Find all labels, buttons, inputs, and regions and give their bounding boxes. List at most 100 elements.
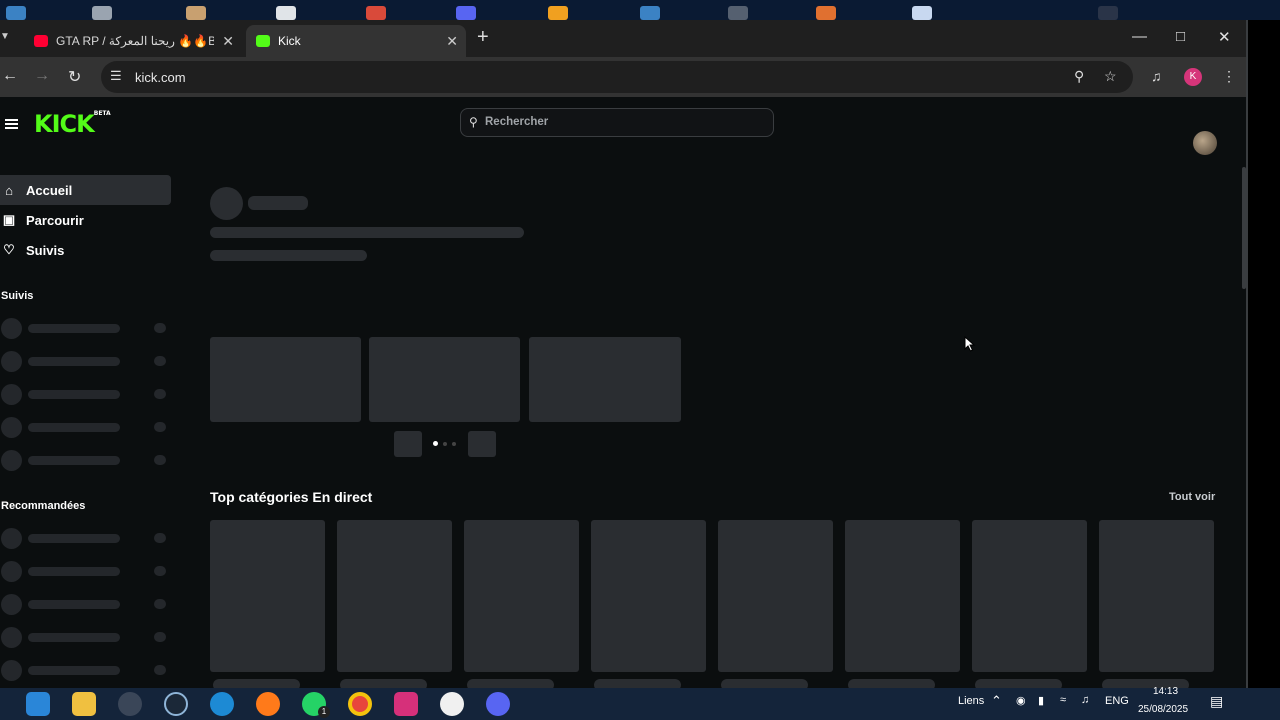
carousel-item-placeholder[interactable] [369,337,520,422]
desktop-shortcut-icon[interactable] [1098,6,1118,20]
address-bar[interactable]: ☰ kick.com ⚲ ☆ [101,61,1133,93]
new-tab-icon[interactable]: + [477,26,489,49]
category-card-placeholder[interactable] [591,520,706,672]
windows-start-icon[interactable] [26,692,50,716]
see-all-link[interactable]: Tout voir [1169,491,1215,503]
firefox-icon[interactable] [256,692,280,716]
whatsapp-icon[interactable]: 1 [302,692,330,718]
tab-youtube[interactable]: GTA RP / ريحنا المعركة 🔥🔥BOB ✕ [24,25,242,57]
wifi-icon[interactable]: ≈ [1060,694,1066,706]
tab-search-chevron-icon[interactable]: ▼ [0,31,14,45]
discord-icon[interactable] [486,692,510,716]
site-info-icon[interactable]: ☰ [110,68,122,84]
tab-bar: ▼ GTA RP / ريحنا المعركة 🔥🔥BOB ✕ Kick ✕ … [0,20,1246,57]
desktop-shortcut-icon[interactable] [548,6,568,20]
media-controls-icon[interactable]: ♫ [1151,68,1162,84]
file-explorer-icon[interactable] [72,692,96,716]
tab-title: Kick [278,34,301,48]
recommended-heading: Recommandées [1,500,86,512]
tab-kick[interactable]: Kick ✕ [246,25,466,57]
recommended-channel-placeholder [0,659,171,681]
followed-channel-placeholder [0,383,171,405]
maximize-icon[interactable]: □ [1176,28,1185,45]
category-card-placeholder[interactable] [464,520,579,672]
desktop-shortcut-icon[interactable] [816,6,836,20]
kick-logo[interactable]: KICKBETA [34,110,111,138]
carousel-dot[interactable] [452,442,456,446]
category-card-placeholder[interactable] [1099,520,1214,672]
carousel-dot-active[interactable] [433,441,438,446]
close-tab-icon[interactable]: ✕ [222,33,234,50]
battery-icon[interactable]: ▮ [1038,694,1044,707]
clock-time[interactable]: 14:13 [1153,686,1178,697]
zoom-icon[interactable]: ⚲ [1074,68,1084,85]
recommended-channel-placeholder [0,593,171,615]
links-toolbar[interactable]: Liens [958,695,984,707]
category-card-placeholder[interactable] [972,520,1087,672]
clock-date[interactable]: 25/08/2025 [1138,704,1188,715]
close-window-icon[interactable]: ✕ [1218,28,1231,46]
desktop-shortcut-icon[interactable] [456,6,476,20]
category-name-placeholder [340,679,427,688]
category-card-placeholder[interactable] [845,520,960,672]
page-scrollbar[interactable] [1242,167,1246,289]
browser-toolbar: ← → ↻ ☰ kick.com ⚲ ☆ ♫ K ⋮ [0,57,1246,97]
steam-icon[interactable] [164,692,188,716]
carousel-dot[interactable] [443,442,447,446]
sidebar: ⌂ Accueil ▣ Parcourir ♡ Suivis Suivis Re… [0,153,171,688]
desktop-shortcut-icon[interactable] [366,6,386,20]
category-card-placeholder[interactable] [337,520,452,672]
carousel-next-button[interactable] [468,431,496,457]
sidebar-item-label: Accueil [26,182,73,198]
user-avatar[interactable] [1193,131,1217,155]
desktop-shortcut-icon[interactable] [6,6,26,20]
beta-badge: BETA [93,110,111,117]
minimize-icon[interactable]: — [1132,28,1147,45]
mouse-cursor-icon [964,336,976,352]
desktop-shortcut-icon[interactable] [640,6,660,20]
whatsapp-web-icon[interactable] [440,692,464,716]
featured-subtitle-placeholder [210,250,367,261]
desktop-shortcut-icon[interactable] [276,6,296,20]
desktop-shortcut-icon[interactable] [728,6,748,20]
sidebar-item-label: Parcourir [26,212,84,228]
edge-icon[interactable] [210,692,234,716]
url-text: kick.com [135,70,186,85]
bookmark-star-icon[interactable]: ☆ [1104,68,1117,85]
sidebar-item-label: Suivis [26,242,65,258]
category-card-placeholder[interactable] [210,520,325,672]
category-card-placeholder[interactable] [718,520,833,672]
back-icon[interactable]: ← [2,67,18,85]
sidebar-item-parcourir[interactable]: ▣ Parcourir [0,205,171,235]
sidebar-item-suivis[interactable]: ♡ Suivis [0,235,171,265]
notifications-icon[interactable]: ▤ [1210,693,1223,710]
tray-chevron-up-icon[interactable]: ⌃ [991,693,1002,709]
instagram-icon[interactable] [394,692,418,716]
clock-icon[interactable] [118,692,142,716]
desktop-shortcut-icon[interactable] [912,6,932,20]
reload-icon[interactable]: ↻ [68,67,81,87]
search-input[interactable]: ⚲ Rechercher [460,108,774,137]
kick-icon [256,35,270,47]
recommended-channel-placeholder [0,527,171,549]
followed-channel-placeholder [0,416,171,438]
hamburger-menu-icon[interactable] [5,119,18,129]
chrome-icon[interactable] [348,692,372,716]
forward-icon[interactable]: → [34,67,50,85]
recommended-channel-placeholder [0,560,171,582]
home-icon: ⌂ [5,182,13,198]
microphone-icon[interactable]: ◉ [1016,694,1026,707]
desktop-shortcut-icon[interactable] [186,6,206,20]
carousel-item-placeholder[interactable] [529,337,681,422]
desktop-shortcut-icon[interactable] [92,6,112,20]
sidebar-item-accueil[interactable]: ⌂ Accueil [0,175,171,205]
language-indicator[interactable]: ENG [1105,695,1129,707]
top-categories-title: Top catégories En direct [210,489,373,505]
category-name-placeholder [467,679,554,688]
menu-kebab-icon[interactable]: ⋮ [1222,68,1236,85]
speaker-icon[interactable]: ♫ [1081,694,1089,706]
profile-avatar[interactable]: K [1184,68,1202,86]
carousel-prev-button[interactable] [394,431,422,457]
close-tab-icon[interactable]: ✕ [446,33,458,50]
carousel-item-placeholder[interactable] [210,337,361,422]
